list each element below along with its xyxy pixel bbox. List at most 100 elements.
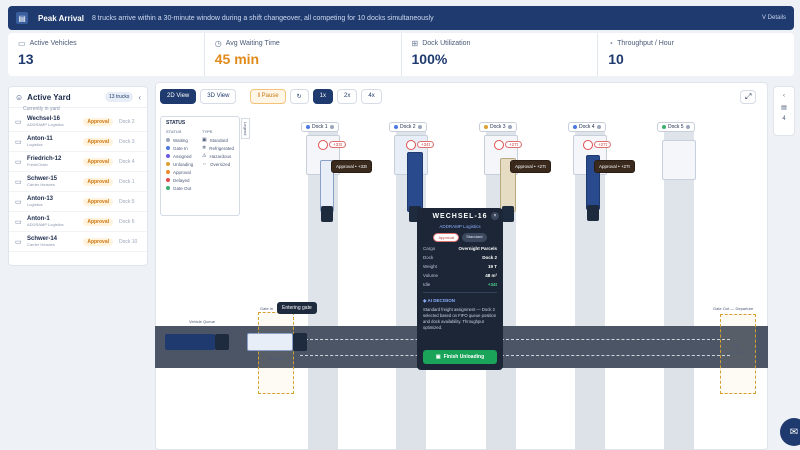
status-dot xyxy=(166,186,170,190)
truck-list-item[interactable]: ▭ Anton-1 ADDRAMP Logistics Approval Dock 6 xyxy=(9,212,147,232)
ai-title: AI DECISION xyxy=(427,298,456,303)
approval-tag[interactable]: Approval • +27t xyxy=(594,160,635,173)
popup-title: WECHSEL-16 xyxy=(432,213,488,220)
legend-status-item: Gate In xyxy=(166,144,194,152)
truck-company: Logistics xyxy=(27,142,43,147)
status-badge: Approval xyxy=(83,197,113,206)
status-dot xyxy=(685,125,690,129)
truck-dock: Dock 5 xyxy=(119,198,135,205)
dock-lane xyxy=(308,368,338,450)
kpi-label: Active Vehicles xyxy=(29,40,77,47)
chevron-left-icon[interactable]: ‹ xyxy=(783,93,785,99)
view-2d-button[interactable]: 2D View xyxy=(160,89,197,104)
truck-company: ADDRAMP Logistics xyxy=(27,222,64,227)
detail-label: Idle xyxy=(423,282,431,287)
pause-button[interactable]: ‖ Pause xyxy=(250,89,286,104)
legend-status-item: Unloading xyxy=(166,160,194,168)
truck-cab[interactable] xyxy=(502,206,514,222)
approval-tag[interactable]: Approval • +33t xyxy=(331,160,372,173)
legend-label: Standard xyxy=(209,137,229,143)
dock-lane xyxy=(575,368,605,450)
depart-label: ⇥ DEPART xyxy=(715,342,755,355)
dock-label: Dock 1 xyxy=(312,124,328,130)
legend-label: Gate In xyxy=(173,145,188,151)
legend-label: Gate Out xyxy=(173,185,192,191)
status-dot xyxy=(596,125,601,129)
legend-type-header: TYPE xyxy=(202,129,213,134)
legend-label: Approval xyxy=(173,169,191,175)
kpi-throughput: ◔ Throughput / Hour 10 xyxy=(598,33,794,76)
truck-list-item[interactable]: ▭ Schwer-14 Carrier Heavies Approval Dock 10 xyxy=(9,232,147,252)
approval-tag[interactable]: Approval • +27t xyxy=(510,160,551,173)
details-toggle[interactable]: V Details xyxy=(762,15,786,21)
dock-label: Dock 4 xyxy=(579,124,595,130)
truck-company: ADDRAMP Logistics xyxy=(27,122,64,127)
legend-label: Hazardous xyxy=(209,153,232,159)
kpi-label: Dock Utilization xyxy=(422,40,471,47)
kpi-value: 10 xyxy=(608,51,624,67)
truck-cab[interactable] xyxy=(321,206,333,222)
timer-ring xyxy=(406,140,416,150)
legend-panel: STATUS STATUS Waiting Gate In Assigned Unlo… xyxy=(160,116,240,216)
status-badge: Approval xyxy=(83,237,113,246)
status-dot xyxy=(166,170,170,174)
close-icon[interactable]: × xyxy=(491,212,499,220)
truck-cab[interactable] xyxy=(293,333,307,351)
truck-company: Carrier Heavies xyxy=(27,242,55,247)
popup-details: Cargo Overnight Parcels Dock Dock 2 Weight 19… xyxy=(423,246,497,287)
expand-icon[interactable]: ⤢ xyxy=(740,90,757,104)
queued-truck[interactable] xyxy=(165,334,215,350)
dock-2-header[interactable]: Dock 2 xyxy=(389,122,427,132)
chat-icon[interactable]: ✉ xyxy=(780,418,800,446)
dock-1-header[interactable]: Dock 1 xyxy=(301,122,339,132)
speed-2x-button[interactable]: 2x xyxy=(337,89,358,104)
legend-label: Delayed xyxy=(173,177,190,183)
truck-list-item[interactable]: ▭ Schwer-15 Carrier Heavies Approval Dock 1 xyxy=(9,172,147,192)
entering-truck[interactable] xyxy=(247,333,293,351)
legend-label: Waiting xyxy=(173,137,188,143)
speed-4x-button[interactable]: 4x xyxy=(361,89,382,104)
truck[interactable] xyxy=(407,152,423,212)
truck-list-item[interactable]: ▭ Anton-11 Logistics Approval Dock 3 xyxy=(9,132,147,152)
legend-tab[interactable]: Legend xyxy=(241,118,250,140)
dock-lane xyxy=(664,368,694,450)
dock-4-header[interactable]: Dock 4 xyxy=(568,122,606,132)
truck-list-item[interactable]: ▭ Wechsel-16 ADDRAMP Logistics Approval Dock… xyxy=(9,112,147,132)
clock-icon: ◷ xyxy=(214,39,222,48)
kpi-value: 45 min xyxy=(214,51,260,67)
pause-label: Pause xyxy=(261,93,279,99)
status-dot xyxy=(306,125,310,129)
depart-text: DEPART xyxy=(727,350,743,355)
view-3d-button[interactable]: 3D View xyxy=(200,89,237,104)
finish-unloading-button[interactable]: ▣ Finish Unloading xyxy=(423,350,497,364)
legend-label: Refrigerated xyxy=(209,145,234,151)
standard-icon: ▣ xyxy=(202,137,207,143)
truck-list-item[interactable]: ▭ Anton-13 Logistics Approval Dock 5 xyxy=(9,192,147,212)
legend-type-column: TYPE ▣ Standard ❄ Refrigerated ⚠ Hazardous ⇔ Ov… xyxy=(202,129,234,192)
truck-cab[interactable] xyxy=(215,334,229,350)
popup-detail-row: Idle +34t xyxy=(423,282,497,287)
ai-decision-text: Standard freight assignment — Dock 2 sel… xyxy=(423,307,497,330)
truck-cab[interactable] xyxy=(587,205,599,221)
legend-status-item: Gate Out xyxy=(166,184,194,192)
reset-button[interactable]: ↻ xyxy=(289,89,309,104)
kpi-value: 13 xyxy=(18,51,34,67)
legend-type-item: ❄ Refrigerated xyxy=(202,144,234,152)
status-dot xyxy=(417,125,422,129)
queue-icon[interactable]: ▤ xyxy=(781,104,787,111)
check-icon: ▣ xyxy=(435,354,441,360)
speed-1x-button[interactable]: 1x xyxy=(312,89,334,104)
dock-3-header[interactable]: Dock 3 xyxy=(479,122,517,132)
truck-dock: Dock 1 xyxy=(119,178,135,185)
arrival-label: ARRIVAL xyxy=(268,356,285,361)
status-dot xyxy=(662,125,666,129)
popup-company: ADDRAMP Logistics xyxy=(439,224,481,229)
detail-value: 19 T xyxy=(487,264,497,269)
popup-detail-row: Volume 48 m³ xyxy=(423,273,497,278)
timer-ring xyxy=(318,140,328,150)
legend-type-item: ▣ Standard xyxy=(202,136,234,144)
yard-title: Active Yard xyxy=(27,92,71,102)
truck-list-item[interactable]: ▭ Friedrich-12 FreshChain Approval Dock 4 xyxy=(9,152,147,172)
chevron-left-icon[interactable]: ‹ xyxy=(138,93,141,102)
dock-5-header[interactable]: Dock 5 xyxy=(657,122,695,132)
